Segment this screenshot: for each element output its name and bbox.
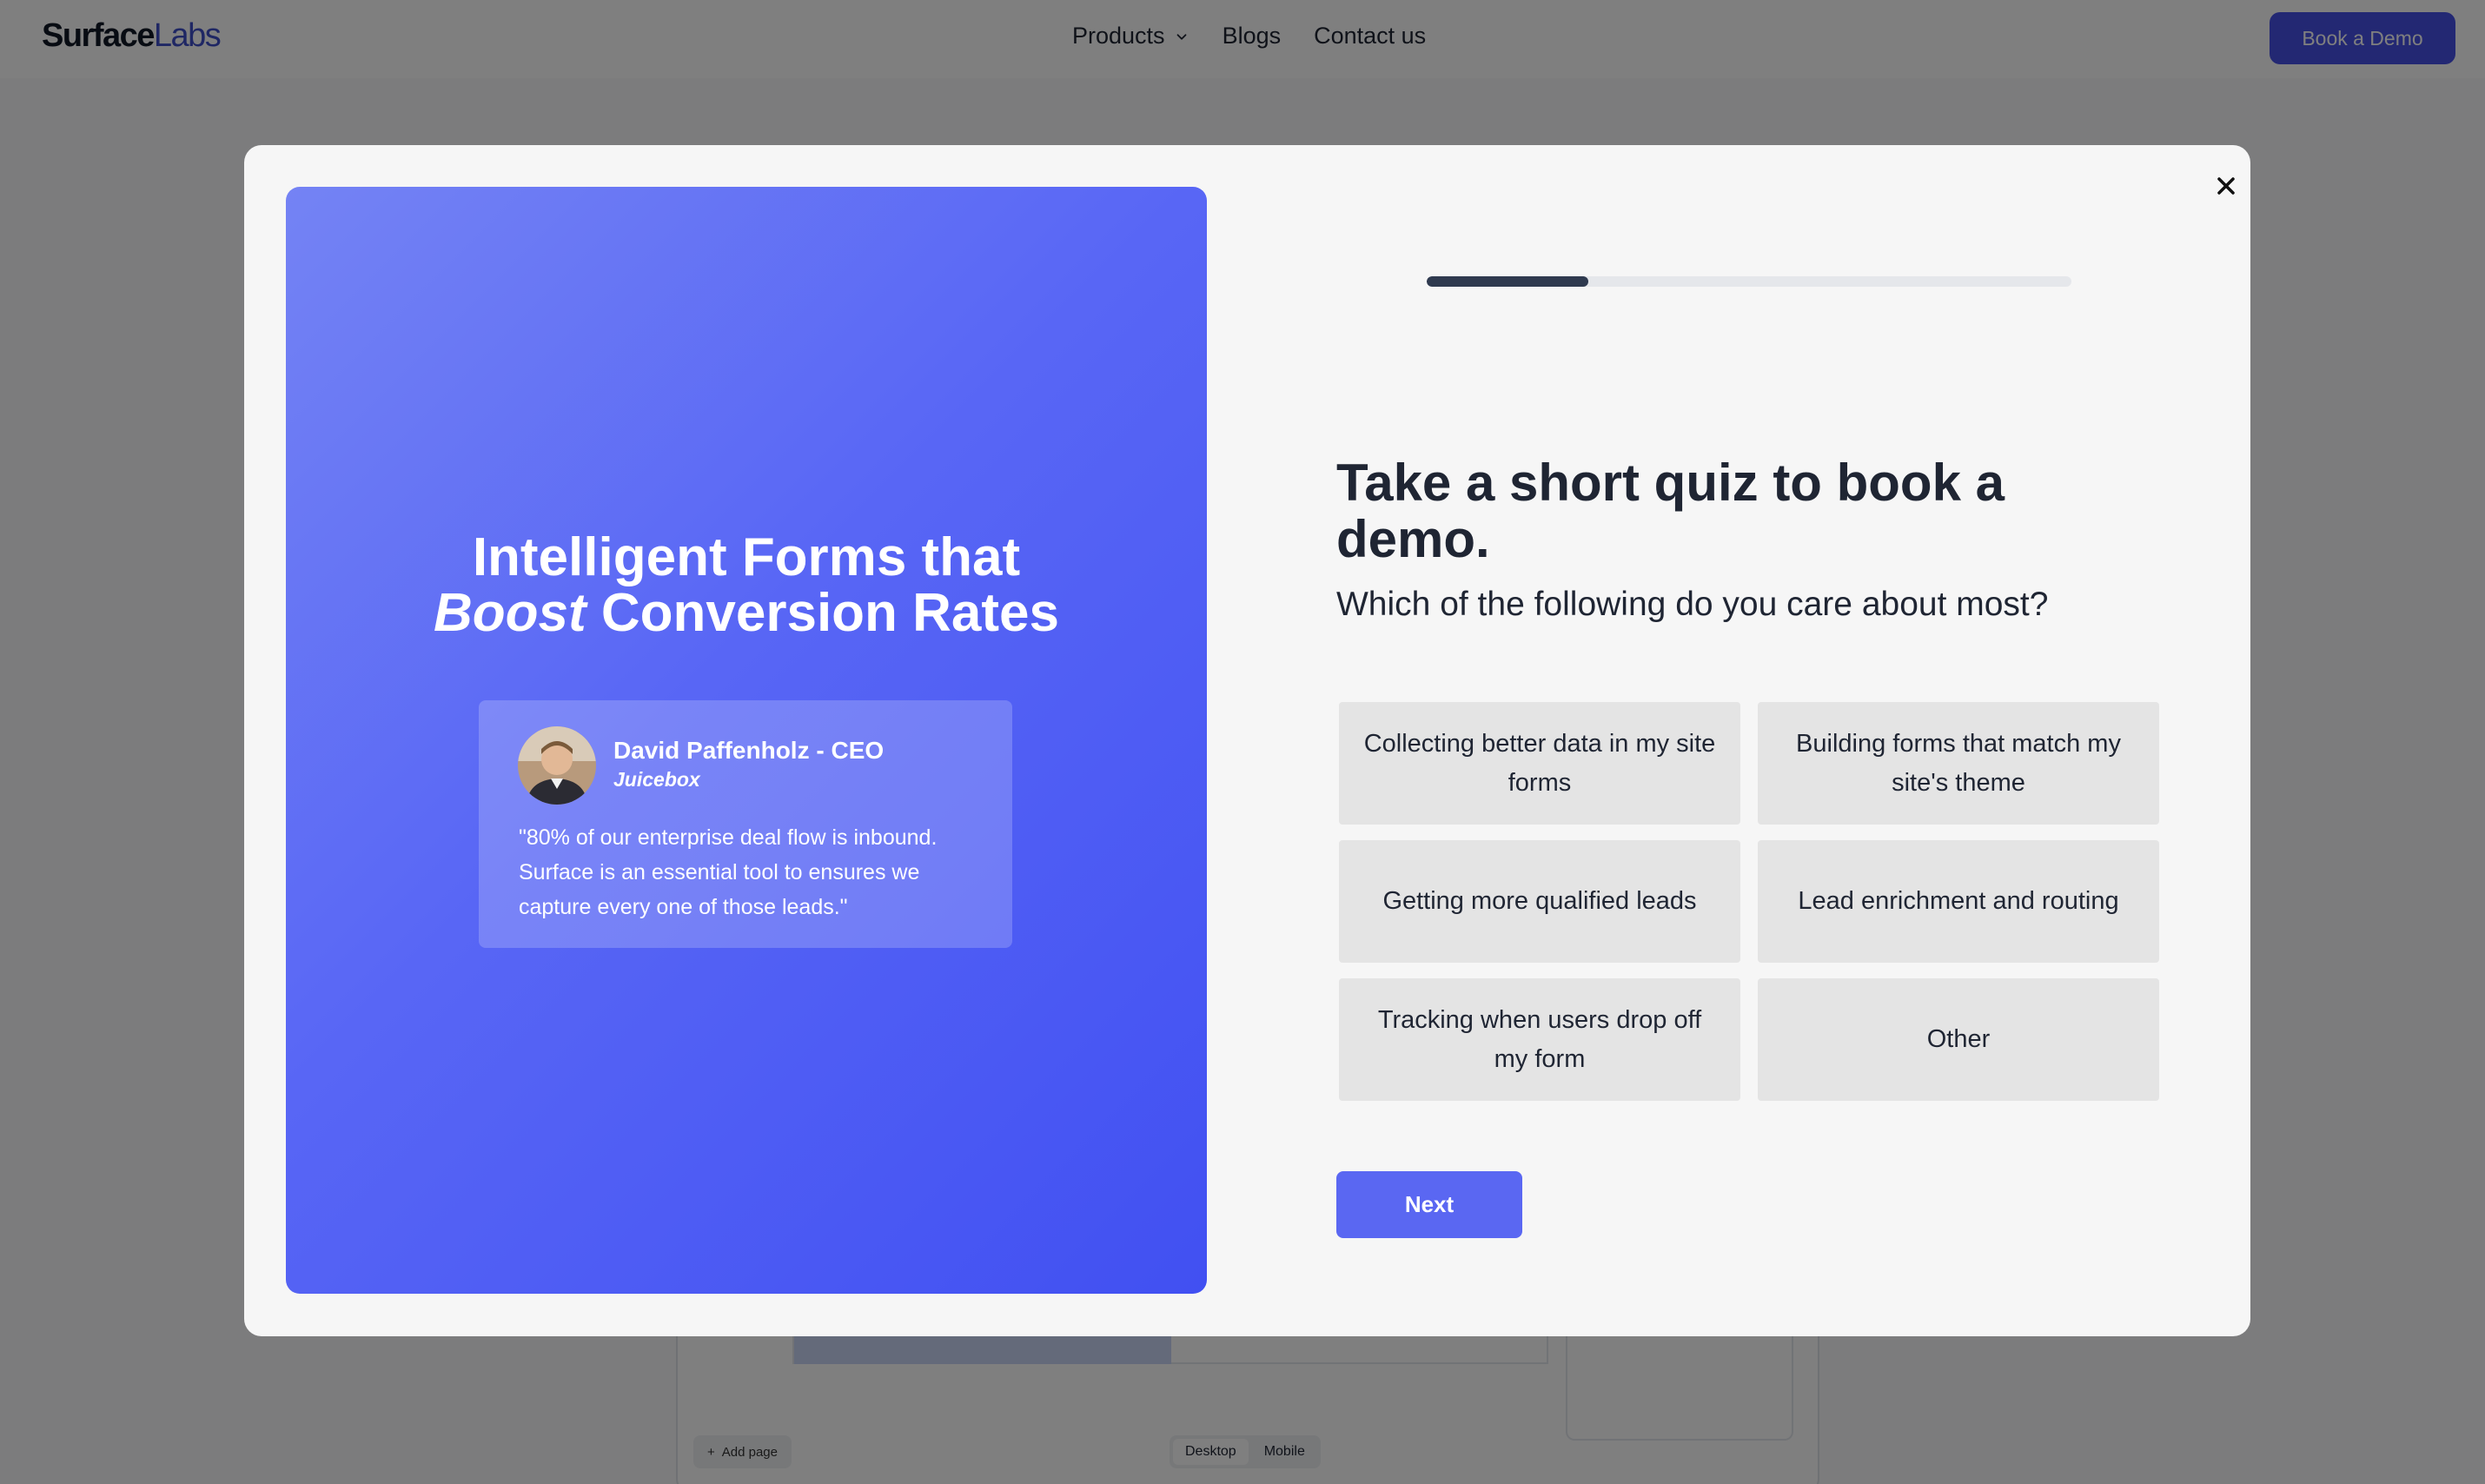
hero-title-emphasis: Boost — [433, 583, 586, 643]
close-button[interactable] — [2207, 167, 2245, 205]
quiz-question: Which of the following do you care about… — [1336, 586, 2049, 623]
quiz-options: Collecting better data in my site forms … — [1339, 702, 2159, 1102]
option-match-theme[interactable]: Building forms that match my site's them… — [1758, 702, 2159, 825]
option-track-dropoff[interactable]: Tracking when users drop off my form — [1339, 978, 1740, 1101]
next-button[interactable]: Next — [1336, 1171, 1522, 1238]
hero-title-rest: Conversion Rates — [586, 583, 1060, 643]
option-qualified-leads[interactable]: Getting more qualified leads — [1339, 840, 1740, 963]
option-better-data[interactable]: Collecting better data in my site forms — [1339, 702, 1740, 825]
testimonial-quote: "80% of our enterprise deal flow is inbo… — [519, 825, 938, 919]
option-other[interactable]: Other — [1758, 978, 2159, 1101]
testimonial-name: David Paffenholz - CEO — [613, 737, 885, 764]
hero-title: Intelligent Forms that Boost Conversion … — [286, 530, 1207, 641]
quiz-progress-fill — [1427, 276, 1588, 287]
option-lead-enrichment[interactable]: Lead enrichment and routing — [1758, 840, 2159, 963]
avatar — [518, 726, 596, 805]
hero-title-line1: Intelligent Forms that — [472, 527, 1021, 587]
quiz-progress-bar — [1427, 276, 2071, 287]
hero-title-line2: Boost Conversion Rates — [286, 586, 1207, 641]
quiz-heading: Take a short quiz to book a demo. — [1336, 454, 2005, 568]
close-icon — [2217, 177, 2235, 195]
testimonial-company: Juicebox — [613, 768, 700, 791]
